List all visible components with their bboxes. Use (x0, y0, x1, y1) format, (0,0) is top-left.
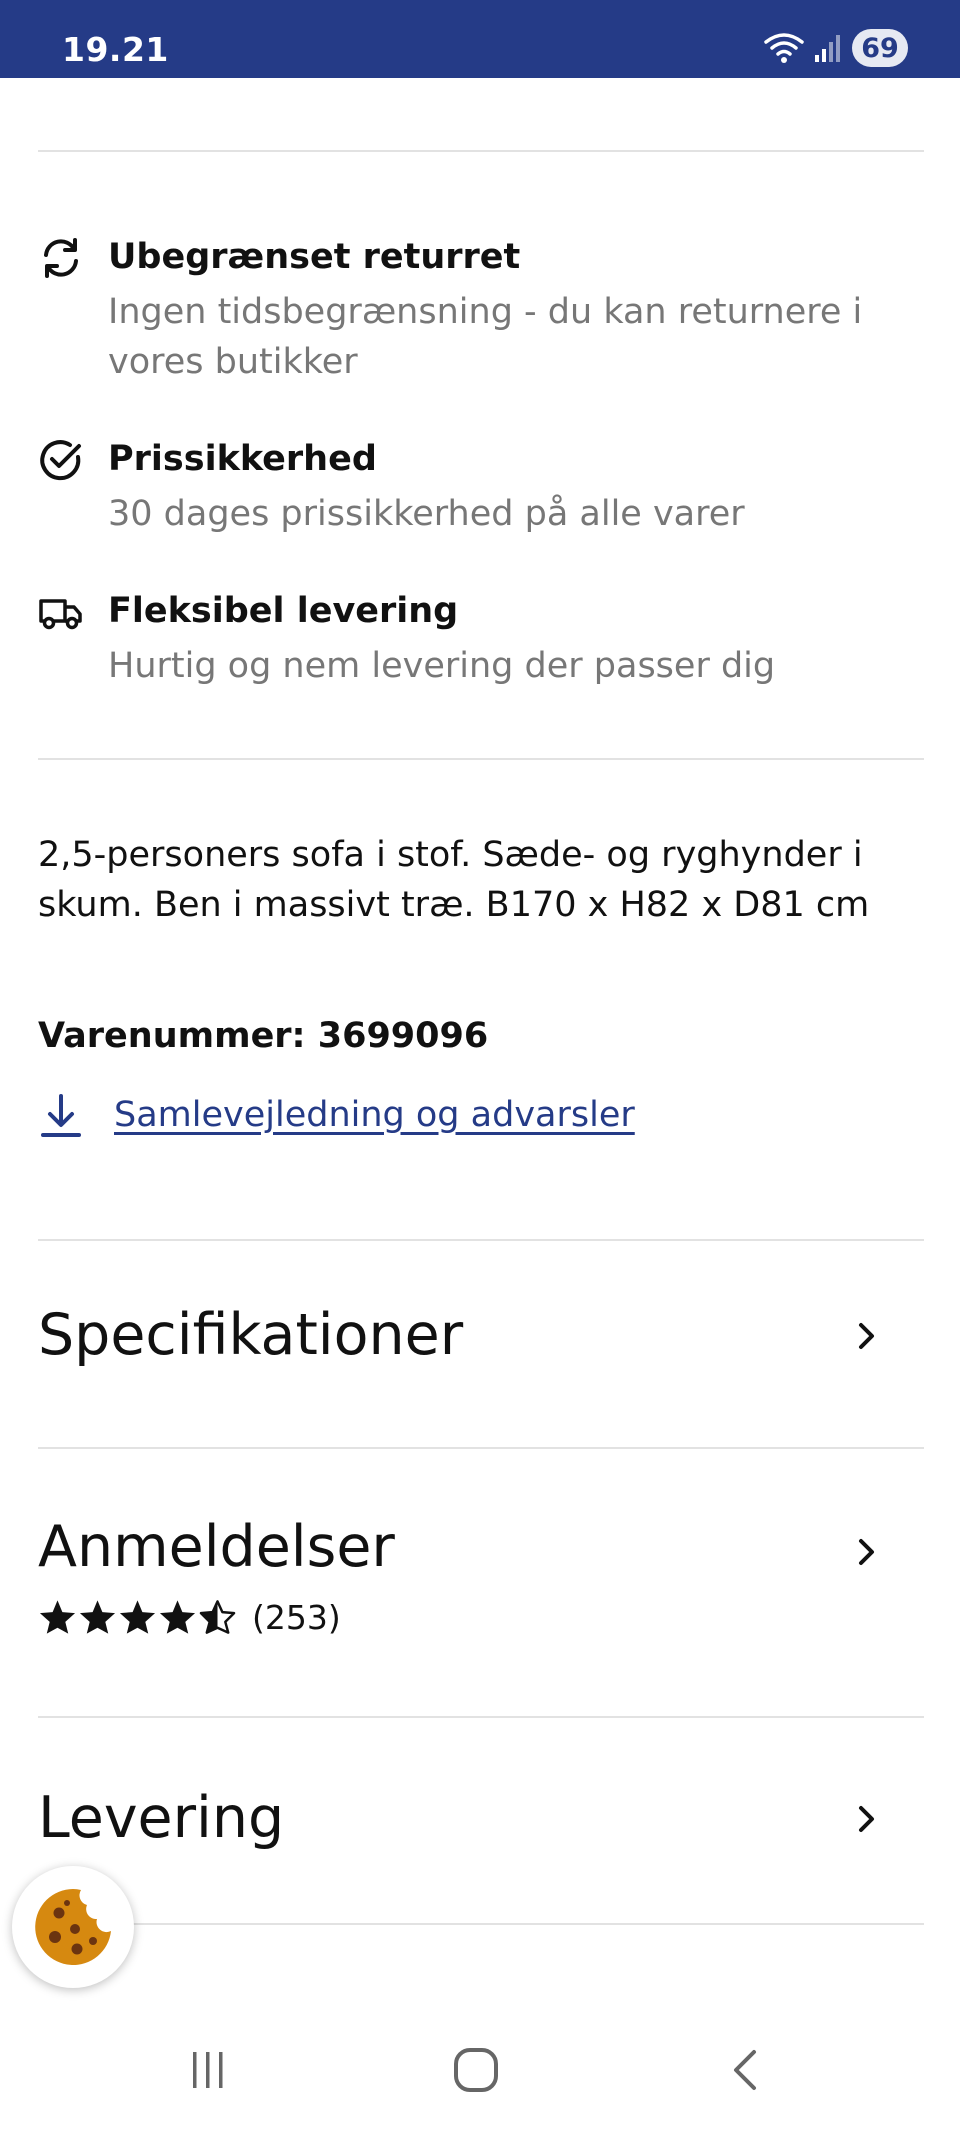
chevron-right-icon (859, 1806, 874, 1832)
status-bar: 19.21 69 (0, 0, 960, 78)
star-full-icon (119, 1600, 156, 1634)
back-icon (734, 2050, 756, 2090)
assembly-instructions-link[interactable]: Samlevejledning og advarsler (114, 1095, 635, 1135)
delivery-section[interactable]: Levering (38, 1717, 924, 1923)
article-number-label: Varenummer: (38, 1016, 306, 1056)
rating-row: (253) (38, 1595, 341, 1639)
benefit-title: Prissikkerhed (108, 439, 377, 479)
reviews-anchor (38, 0, 924, 1)
cookie-settings-button[interactable] (12, 1866, 134, 1988)
download-assembly-row[interactable]: Samlevejledning og advarsler (38, 1090, 635, 1140)
divider (38, 1923, 924, 1925)
check-circle-icon (40, 440, 81, 481)
article-number-value: 3699096 (317, 1016, 489, 1056)
star-full-icon (79, 1600, 116, 1634)
chevron-right-icon (859, 1323, 874, 1349)
benefit-title: Fleksibel levering (108, 591, 459, 631)
reviews-section[interactable]: Anmeldelser (253) (38, 1448, 924, 1716)
truck-icon (39, 599, 82, 630)
product-description: 2,5-personers sofa i stof. Sæde- og rygh… (38, 835, 870, 925)
benefit-description: Ingen tidsbegrænsning - du kan returnere… (108, 292, 863, 382)
chevron-right-icon (859, 1539, 874, 1565)
recent-apps-button[interactable] (178, 2040, 238, 2100)
battery-icon: 69 (852, 29, 908, 67)
article-number: Varenummer: 3699096 (38, 1014, 488, 1058)
specifications-section[interactable]: Specifikationer (38, 1240, 924, 1446)
refresh-icon (44, 238, 78, 278)
star-half-icon (199, 1600, 236, 1634)
review-count: (253) (252, 1597, 341, 1637)
signal-icon (815, 35, 840, 62)
home-button[interactable] (446, 2040, 506, 2100)
reviews-title: Anmeldelser (38, 1514, 395, 1580)
back-button[interactable] (716, 2040, 776, 2100)
recent-apps-icon (193, 2052, 223, 2088)
status-time: 19.21 (62, 30, 169, 69)
specifications-title: Specifikationer (38, 1302, 464, 1368)
star-full-icon (159, 1600, 196, 1634)
download-icon[interactable] (38, 1090, 84, 1140)
wifi-icon (764, 33, 804, 63)
cookie-icon (35, 1889, 111, 1965)
delivery-title: Levering (38, 1785, 285, 1851)
status-icons: 69 (764, 26, 908, 70)
benefit-description: Hurtig og nem levering der passer dig (108, 646, 776, 686)
benefit-title: Ubegrænset returret (108, 237, 521, 277)
home-icon (454, 2048, 498, 2092)
star-full-icon (39, 1600, 76, 1634)
benefit-description: 30 dages prissikkerhed på alle varer (108, 494, 745, 534)
divider (38, 758, 924, 760)
divider (38, 150, 924, 152)
system-navigation-bar (0, 2010, 960, 2133)
